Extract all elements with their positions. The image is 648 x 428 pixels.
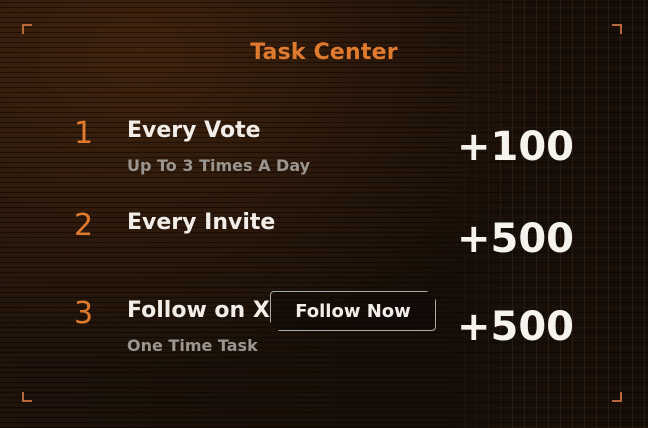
task-name: Every Vote [127,118,261,143]
corner-bracket-top-right [612,24,622,34]
corner-bracket-bottom-left [22,392,32,402]
task-name: Follow on X [127,298,270,323]
follow-now-button[interactable]: Follow Now [270,291,436,331]
panel-title: Task Center [250,40,398,65]
task-name: Every Invite [127,210,276,235]
task-reward: +500 [456,216,574,262]
task-reward: +100 [456,124,574,170]
task-number: 1 [74,116,94,151]
task-number: 3 [74,296,94,331]
task-subtitle: Up To 3 Times A Day [127,156,311,175]
task-reward: +500 [456,304,574,350]
corner-bracket-top-left [22,24,32,34]
task-center-panel: Task Center 1 Every Vote Up To 3 Times A… [0,0,648,428]
corner-bracket-bottom-right [612,392,622,402]
task-number: 2 [74,208,94,243]
task-subtitle: One Time Task [127,336,258,355]
